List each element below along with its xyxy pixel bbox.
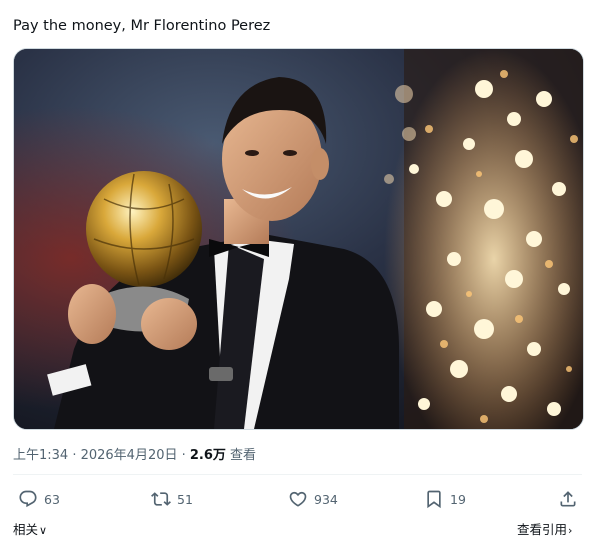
related-label: 相关 (13, 522, 39, 537)
chevron-right-icon: › (568, 524, 573, 537)
view-quotes-label: 查看引用 (517, 522, 568, 537)
post-metadata: 上午1:34 · 2026年4月20日 · 2.6万 查看 (13, 444, 256, 463)
player-trophy-photo (14, 49, 583, 429)
view-quotes-link[interactable]: 查看引用› (517, 519, 572, 538)
post-photo[interactable] (13, 48, 584, 430)
like-button[interactable]: 934 (288, 487, 338, 511)
post-detail: Pay the money, Mr Florentino Perez 上午1:3… (0, 0, 595, 542)
reply-button[interactable]: 63 (18, 487, 60, 511)
views-label: 查看 (225, 448, 257, 463)
bookmark-count: 19 (450, 491, 466, 507)
repost-arrows-icon (151, 492, 171, 506)
bookmark-button[interactable]: 19 (424, 487, 466, 511)
post-timestamp[interactable]: 上午1:34 · 2026年4月20日 · (13, 448, 190, 463)
post-text: Pay the money, Mr Florentino Perez (13, 18, 271, 34)
bookmark-icon (427, 490, 441, 509)
share-button[interactable] (558, 487, 578, 511)
reply-count: 63 (44, 491, 60, 507)
action-bar: 63 51 934 19 (0, 481, 595, 517)
views-count: 2.6万 (189, 448, 226, 463)
heart-icon (289, 491, 307, 507)
speech-bubble-icon (19, 490, 37, 508)
share-upload-icon (560, 491, 576, 507)
repost-count: 51 (177, 491, 193, 507)
divider-top (13, 474, 582, 475)
like-count: 934 (314, 491, 338, 507)
related-dropdown[interactable]: 相关∨ (13, 519, 47, 538)
chevron-down-icon: ∨ (39, 524, 48, 537)
repost-button[interactable]: 51 (151, 487, 193, 511)
